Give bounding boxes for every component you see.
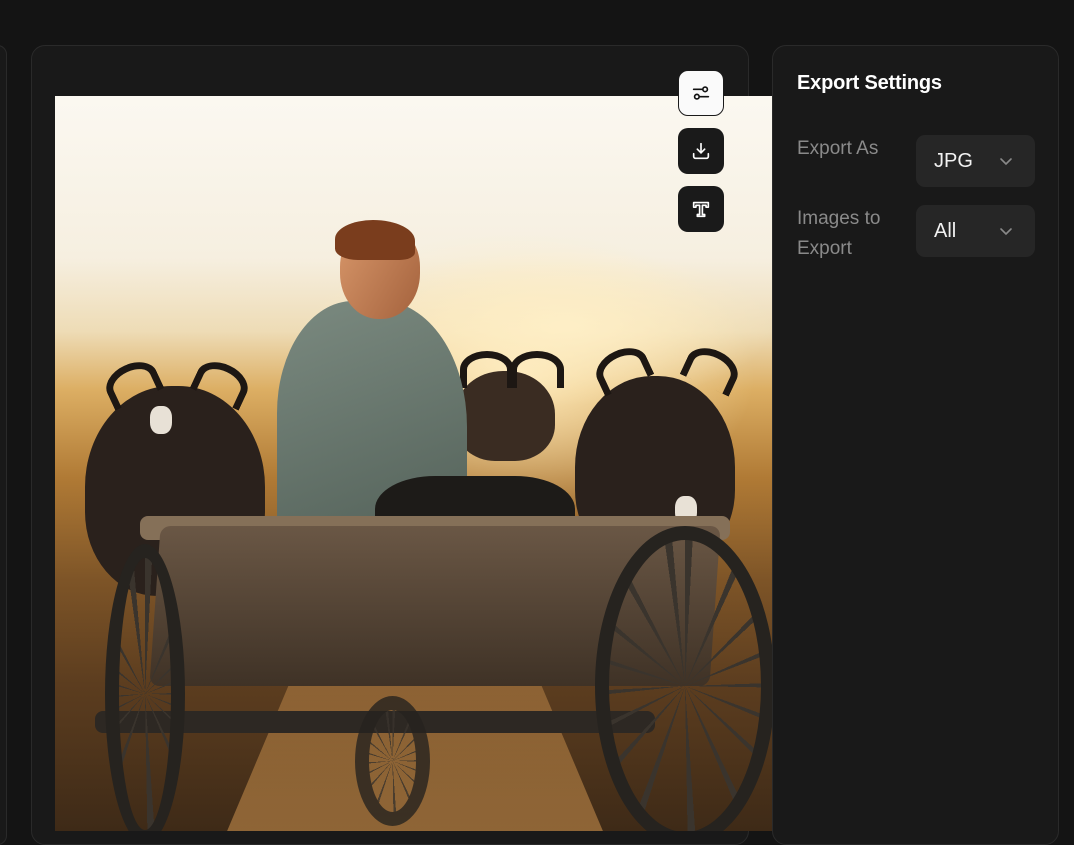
download-icon xyxy=(692,142,710,160)
cart-wheel-right xyxy=(595,526,775,831)
images-to-export-label: Images to Export xyxy=(797,208,881,259)
export-as-label: Export As xyxy=(797,138,879,159)
download-button[interactable] xyxy=(678,128,724,174)
export-as-select[interactable]: JPG xyxy=(916,135,1035,187)
text-icon xyxy=(692,201,710,218)
cart-wheel-left xyxy=(105,544,185,831)
adjust-button[interactable] xyxy=(678,70,724,116)
sliders-icon xyxy=(692,86,710,100)
images-to-export-value: All xyxy=(934,219,957,242)
chevron-down-icon xyxy=(1000,158,1012,166)
settings-title: Export Settings xyxy=(797,72,942,94)
bull-back xyxy=(455,351,564,461)
left-side-panel xyxy=(0,45,7,845)
man-hair xyxy=(335,220,415,260)
export-settings-panel: Export Settings Export As JPG Images to … xyxy=(772,45,1059,845)
chevron-down-icon xyxy=(1000,228,1012,236)
images-to-export-select[interactable]: All xyxy=(916,205,1035,257)
text-button[interactable] xyxy=(678,186,724,232)
cart-wheel-back xyxy=(355,696,430,826)
export-as-value: JPG xyxy=(934,149,973,172)
